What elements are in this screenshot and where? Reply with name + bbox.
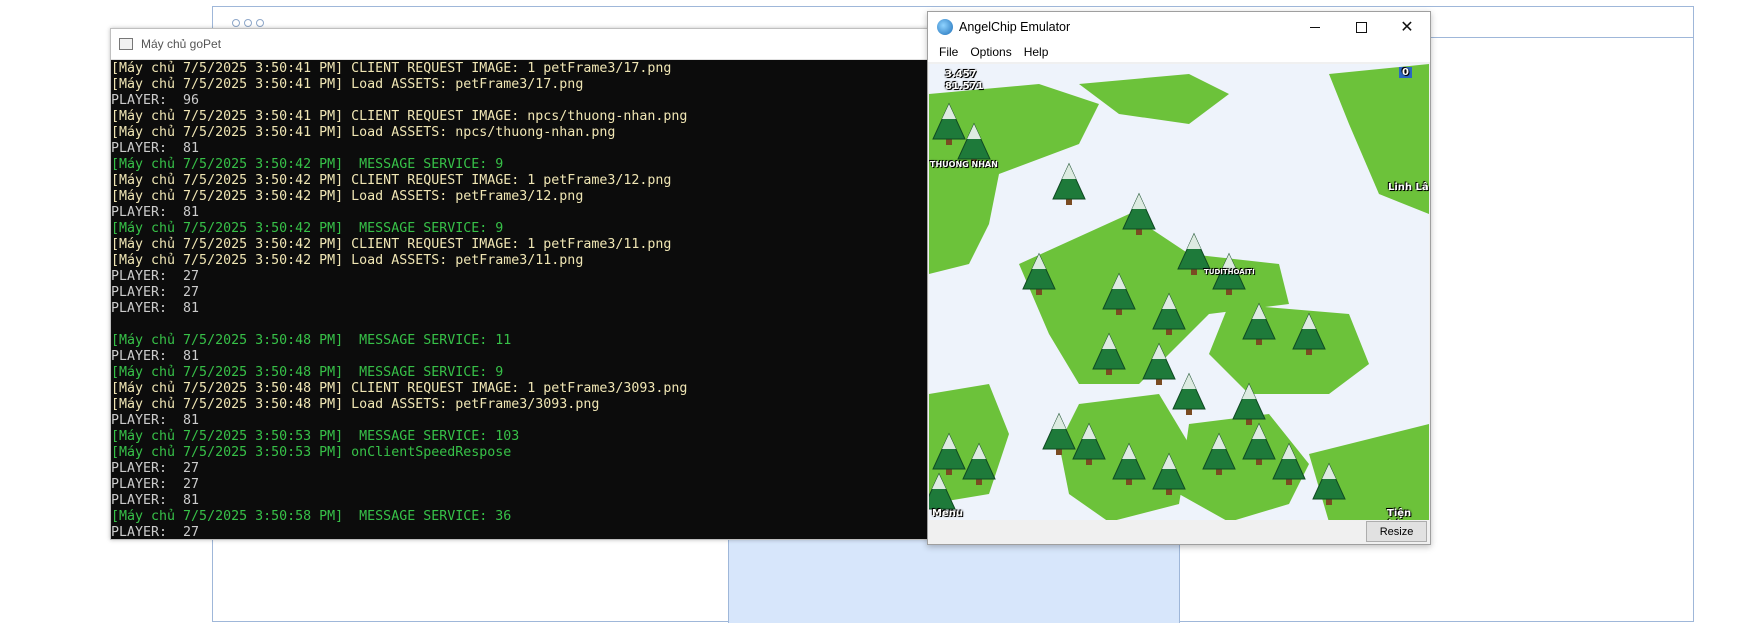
console-line: [Máy chủ 7/5/2025 3:50:41 PM] Load ASSET… xyxy=(111,125,616,140)
emulator-title: AngelChip Emulator xyxy=(959,20,1071,34)
console-line: PLAYER: 81 xyxy=(111,493,200,508)
console-title: Máy chủ goPet xyxy=(141,37,222,51)
console-line: PLAYER: 81 xyxy=(111,301,200,316)
menu-help[interactable]: Help xyxy=(1018,45,1055,59)
minimize-icon xyxy=(1310,26,1320,28)
console-app-icon xyxy=(119,38,133,50)
counter-badge[interactable]: 0 xyxy=(1399,67,1412,78)
console-line: PLAYER: 27 xyxy=(111,477,200,492)
console-line: [Máy chủ 7/5/2025 3:50:42 PM] Load ASSET… xyxy=(111,189,584,204)
gold-amount: 3.457 xyxy=(945,69,977,80)
console-line: PLAYER: 81 xyxy=(111,349,200,364)
window-dots xyxy=(232,19,264,27)
console-line: PLAYER: 96 xyxy=(111,93,200,108)
console-line: [Máy chủ 7/5/2025 3:50:58 PM] MESSAGE SE… xyxy=(111,509,512,524)
console-line: [Máy chủ 7/5/2025 3:50:42 PM] MESSAGE SE… xyxy=(111,221,504,236)
console-output[interactable]: [Máy chủ 7/5/2025 3:50:41 PM] CLIENT REQ… xyxy=(111,60,931,541)
close-button[interactable]: ✕ xyxy=(1384,12,1430,42)
game-map[interactable] xyxy=(929,64,1429,522)
console-line: [Máy chủ 7/5/2025 3:50:41 PM] Load ASSET… xyxy=(111,77,584,92)
console-line: [Máy chủ 7/5/2025 3:50:41 PM] CLIENT REQ… xyxy=(111,61,672,76)
maximize-button[interactable] xyxy=(1338,12,1384,42)
console-titlebar[interactable]: Máy chủ goPet xyxy=(111,29,931,60)
menu-softkey[interactable]: Menu xyxy=(932,508,963,519)
console-line: [Máy chủ 7/5/2025 3:50:42 PM] MESSAGE SE… xyxy=(111,157,504,172)
console-line: [Máy chủ 7/5/2025 3:50:53 PM] MESSAGE SE… xyxy=(111,429,520,444)
console-line: PLAYER: 27 xyxy=(111,285,200,300)
console-line: PLAYER: 81 xyxy=(111,141,200,156)
console-line: PLAYER: 81 xyxy=(111,205,200,220)
background-highlight-panel xyxy=(728,537,1180,623)
console-line: PLAYER: 27 xyxy=(111,269,200,284)
console-line: PLAYER: 81 xyxy=(111,413,200,428)
console-line: [Máy chủ 7/5/2025 3:50:42 PM] Load ASSET… xyxy=(111,253,584,268)
console-line: [Máy chủ 7/5/2025 3:50:41 PM] CLIENT REQ… xyxy=(111,109,688,124)
console-line: [Máy chủ 7/5/2025 3:50:42 PM] CLIENT REQ… xyxy=(111,173,672,188)
player-name-label: TUDITHOAITI xyxy=(1204,268,1255,276)
menu-options[interactable]: Options xyxy=(964,45,1017,59)
emulator-window[interactable]: AngelChip Emulator ✕ File Options Help 3… xyxy=(927,11,1431,545)
console-line: [Máy chủ 7/5/2025 3:50:53 PM] onClientSp… xyxy=(111,445,512,460)
emulator-menubar: File Options Help xyxy=(928,42,1430,62)
console-line: [Máy chủ 7/5/2025 3:50:48 PM] MESSAGE SE… xyxy=(111,333,512,348)
emulator-statusbar: Resize xyxy=(928,520,1430,544)
server-console-window[interactable]: Máy chủ goPet [Máy chủ 7/5/2025 3:50:41 … xyxy=(110,28,932,540)
console-line: [Máy chủ 7/5/2025 3:50:48 PM] Load ASSET… xyxy=(111,397,600,412)
console-line: [Máy chủ 7/5/2025 3:50:48 PM] CLIENT REQ… xyxy=(111,381,688,396)
resize-button[interactable]: Resize xyxy=(1366,521,1427,542)
minimize-button[interactable] xyxy=(1292,12,1338,42)
emulator-app-icon xyxy=(937,19,953,35)
console-line: [Máy chủ 7/5/2025 3:50:48 PM] MESSAGE SE… xyxy=(111,365,504,380)
menu-file[interactable]: File xyxy=(933,45,964,59)
game-screen[interactable]: 3.457 81.571 0 THUONG NHAN TUDITHOAITI L… xyxy=(929,64,1429,522)
console-line: PLAYER: 27 xyxy=(111,461,200,476)
gem-amount: 81.571 xyxy=(945,81,984,92)
close-icon: ✕ xyxy=(1400,17,1414,36)
location-label: Linh Lâ xyxy=(1388,182,1429,193)
emulator-titlebar[interactable]: AngelChip Emulator ✕ xyxy=(928,12,1430,42)
npc-label: THUONG NHAN xyxy=(930,160,998,169)
console-line: [Máy chủ 7/5/2025 3:50:42 PM] CLIENT REQ… xyxy=(111,237,672,252)
console-line: PLAYER: 27 xyxy=(111,525,200,540)
maximize-icon xyxy=(1355,21,1367,33)
